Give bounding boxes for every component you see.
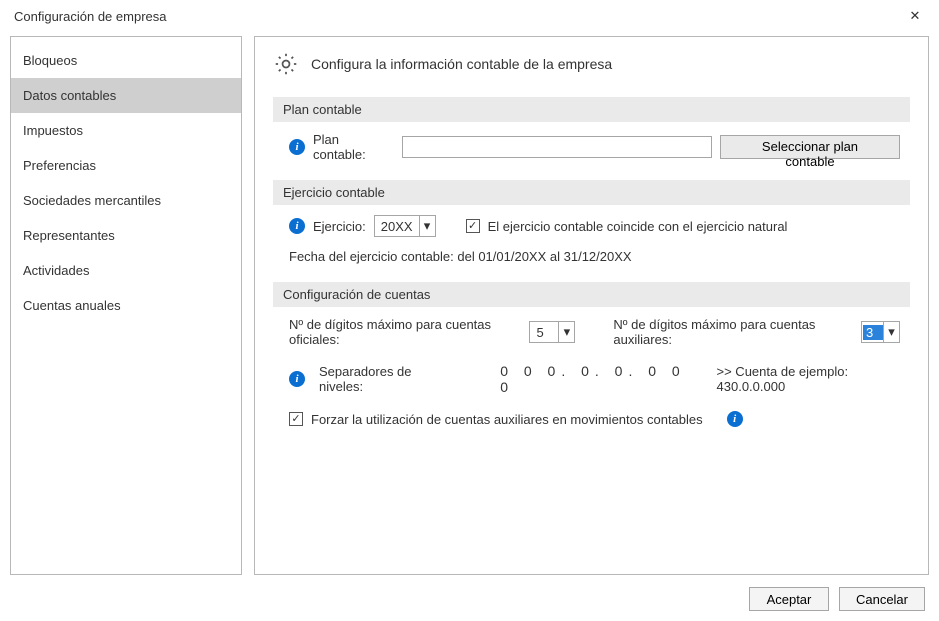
digitos-oficiales-value: 5 [530,325,558,340]
ejercicio-natural-checkbox[interactable]: ✓ [466,219,480,233]
info-icon[interactable]: i [289,371,305,387]
sidebar: Bloqueos Datos contables Impuestos Prefe… [10,36,242,575]
sidebar-item-impuestos[interactable]: Impuestos [11,113,241,148]
ejercicio-select[interactable]: 20XX ▾ [374,215,436,237]
forzar-auxiliares-checkbox[interactable]: ✓ [289,412,303,426]
dialog-footer: Aceptar Cancelar [0,577,939,621]
ejercicio-natural-label: El ejercicio contable coincide con el ej… [488,219,788,234]
cuenta-ejemplo-label: >> Cuenta de ejemplo: 430.0.0.000 [717,364,900,394]
page-header: Configura la información contable de la … [273,51,910,77]
ejercicio-label: Ejercicio: [313,219,366,234]
section-plan-body: i Plan contable: Seleccionar plan contab… [273,122,910,176]
accept-button[interactable]: Aceptar [749,587,829,611]
sidebar-item-bloqueos[interactable]: Bloqueos [11,43,241,78]
dialog-window: Configuración de empresa ✕ Bloqueos Dato… [0,0,939,621]
content-panel: Configura la información contable de la … [254,36,929,575]
sidebar-item-cuentas-anuales[interactable]: Cuentas anuales [11,288,241,323]
section-ejercicio-body: i Ejercicio: 20XX ▾ ✓ El ejercicio conta… [273,205,910,278]
dialog-body: Bloqueos Datos contables Impuestos Prefe… [0,32,939,577]
gear-icon [273,51,299,77]
sidebar-item-actividades[interactable]: Actividades [11,253,241,288]
section-plan-header: Plan contable [273,97,910,122]
page-title: Configura la información contable de la … [311,56,612,72]
digitos-oficiales-select[interactable]: 5 ▾ [529,321,575,343]
window-title: Configuración de empresa [14,9,166,24]
seleccionar-plan-button[interactable]: Seleccionar plan contable [720,135,900,159]
digitos-auxiliares-label: Nº de dígitos máximo para cuentas auxili… [613,317,851,347]
ejercicio-value: 20XX [375,219,419,234]
chevron-down-icon: ▾ [558,322,574,342]
digitos-auxiliares-select[interactable]: 3 ▾ [861,321,900,343]
plan-contable-label: Plan contable: [313,132,394,162]
chevron-down-icon: ▾ [883,322,899,342]
digitos-auxiliares-value: 3 [863,325,883,340]
sidebar-item-representantes[interactable]: Representantes [11,218,241,253]
info-icon[interactable]: i [289,218,305,234]
separadores-label: Separadores de niveles: [319,364,445,394]
sidebar-item-preferencias[interactable]: Preferencias [11,148,241,183]
section-ejercicio-header: Ejercicio contable [273,180,910,205]
sidebar-item-sociedades-mercantiles[interactable]: Sociedades mercantiles [11,183,241,218]
close-icon: ✕ [910,8,921,24]
close-button[interactable]: ✕ [901,6,929,26]
info-icon[interactable]: i [727,411,743,427]
section-cuentas-header: Configuración de cuentas [273,282,910,307]
forzar-auxiliares-label: Forzar la utilización de cuentas auxilia… [311,412,703,427]
sidebar-item-datos-contables[interactable]: Datos contables [11,78,241,113]
ejercicio-fecha-text: Fecha del ejercicio contable: del 01/01/… [289,249,632,264]
separadores-sample: 0 0 0. 0. 0. 0 0 0 [500,363,688,395]
section-cuentas-body: Nº de dígitos máximo para cuentas oficia… [273,307,910,441]
digitos-oficiales-label: Nº de dígitos máximo para cuentas oficia… [289,317,519,347]
titlebar: Configuración de empresa ✕ [0,0,939,32]
plan-contable-input[interactable] [402,136,712,158]
info-icon[interactable]: i [289,139,305,155]
chevron-down-icon: ▾ [419,216,435,236]
cancel-button[interactable]: Cancelar [839,587,925,611]
